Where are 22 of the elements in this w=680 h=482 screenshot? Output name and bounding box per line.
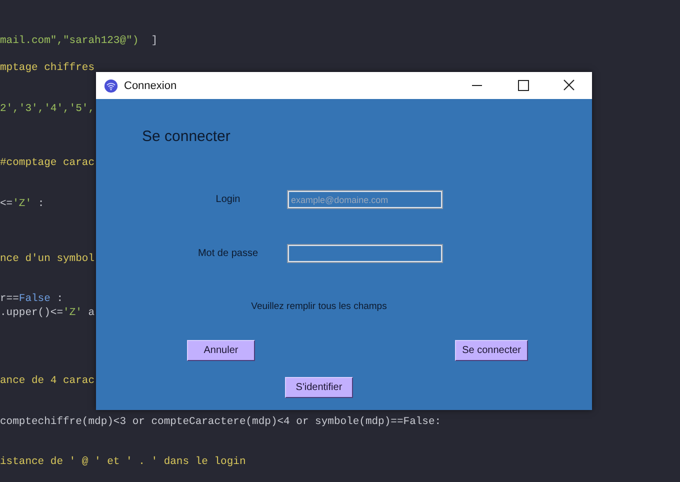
dialog-button[interactable]: S'identifier <box>285 377 353 398</box>
wifi-icon <box>104 78 118 92</box>
dialog-button[interactable]: Annuler <box>187 340 255 361</box>
code-line: mptage chiffres <box>0 62 95 74</box>
code-line: <='Z' : <box>0 198 44 210</box>
code-line: mail.com","sarah123@") ] <box>0 35 158 47</box>
code-line: comptechiffre(mdp)<3 or compteCaractere(mdp)<4 or symbole(mdp)==False: <box>0 416 442 428</box>
code-line: 2','3','4','5', <box>0 102 95 115</box>
dialog-button[interactable]: Se connecter <box>455 340 528 361</box>
field-label: Mot de passe <box>196 248 260 259</box>
code-line: ance de 4 carac <box>0 374 95 387</box>
input-field[interactable]: example@domaine.com <box>288 191 442 208</box>
field-label: Login <box>214 194 242 205</box>
code-line: .upper()<='Z' a <box>0 306 95 319</box>
validation-message: Veuillez remplir tous les champs <box>251 301 387 312</box>
input-field[interactable] <box>288 245 442 262</box>
code-line: #comptage carac <box>0 157 95 170</box>
code-line: istance de ' @ ' et ' . ' dans le login <box>0 456 246 468</box>
window-title: Connexion <box>124 80 177 92</box>
code-line: nce d'un symbol <box>0 252 95 264</box>
form-heading: Se connecter <box>142 128 230 145</box>
code-line: r==False : <box>0 293 64 306</box>
